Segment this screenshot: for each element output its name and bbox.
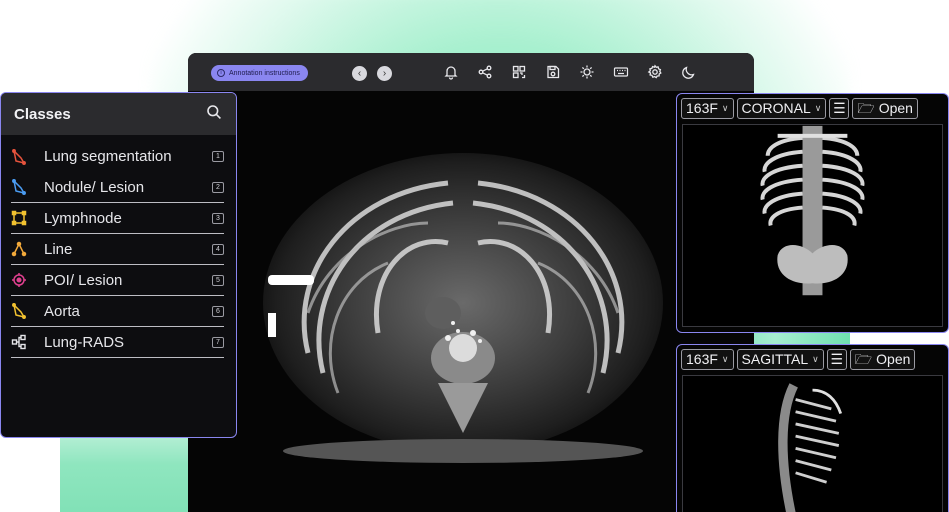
menu-button[interactable]: ☰: [829, 98, 850, 119]
line-icon: [11, 241, 27, 257]
class-label: Aorta: [44, 302, 80, 320]
class-label: POI/ Lesion: [44, 271, 123, 289]
coronal-image: [682, 124, 943, 327]
class-label: Lung segmentation: [44, 148, 172, 165]
shortcut-key: 6: [212, 305, 224, 317]
open-button[interactable]: 🗁 Open: [852, 98, 918, 119]
classification-icon: [11, 334, 27, 350]
folder-icon: 🗁: [854, 351, 873, 367]
sagittal-toolbar: 163F ∨ SAGITTAL ∨ ☰ 🗁 Open: [681, 349, 944, 371]
back-icon[interactable]: ‹: [352, 66, 367, 81]
class-item-lung-rads[interactable]: Lung-RADS 7: [11, 327, 224, 358]
open-label: Open: [878, 100, 913, 116]
class-label: Line: [44, 240, 73, 258]
class-label: Nodule/ Lesion: [44, 178, 145, 196]
menu-icon: ☰: [833, 100, 846, 116]
chevron-down-icon: ∨: [721, 103, 729, 113]
class-item-lung-segmentation[interactable]: Lung segmentation 1: [11, 141, 224, 172]
class-item-lymphnode[interactable]: Lymphnode 3: [11, 203, 224, 234]
coronal-ct-render: [760, 125, 865, 296]
shortcut-key: 4: [212, 243, 224, 255]
menu-icon: ☰: [830, 351, 844, 367]
coronal-viewport[interactable]: 163F ∨ CORONAL ∨ ☰ 🗁 Open: [676, 93, 949, 333]
keyboard-icon[interactable]: [613, 64, 629, 80]
series-value: 163F: [686, 100, 718, 116]
shortcut-key: 5: [212, 274, 224, 286]
class-label: Lymphnode: [44, 209, 122, 227]
view-value: SAGITTAL: [741, 351, 809, 367]
viewer-toolbar: i Annotation instructions ‹ ›: [188, 53, 754, 91]
gear-icon[interactable]: [647, 64, 663, 80]
point-icon: [11, 272, 27, 288]
forward-icon[interactable]: ›: [377, 66, 392, 81]
chevron-down-icon: ∨: [721, 354, 729, 364]
brightness-icon[interactable]: [579, 64, 595, 80]
bbox-icon: [11, 210, 27, 226]
coronal-toolbar: 163F ∨ CORONAL ∨ ☰ 🗁 Open: [681, 98, 944, 120]
shortcut-key: 2: [212, 181, 224, 193]
class-item-nodule-lesion[interactable]: Nodule/ Lesion 2: [11, 172, 224, 203]
view-value: CORONAL: [741, 100, 811, 116]
class-item-line[interactable]: Line 4: [11, 234, 224, 265]
open-button[interactable]: 🗁 Open: [849, 349, 916, 370]
classes-header: Classes: [1, 93, 236, 135]
view-select[interactable]: SAGITTAL ∨: [736, 349, 824, 370]
classes-title: Classes: [14, 105, 71, 123]
open-label: Open: [876, 351, 911, 367]
class-label: Lung-RADS: [44, 333, 125, 351]
polygon-icon: [11, 302, 27, 319]
qr-grid-icon[interactable]: [511, 64, 527, 80]
class-item-aorta[interactable]: Aorta 6: [11, 296, 224, 327]
polygon-icon: [11, 178, 27, 195]
shortcut-key: 3: [212, 212, 224, 224]
info-icon: i: [217, 69, 225, 77]
share-icon[interactable]: [477, 64, 493, 80]
moon-icon[interactable]: [681, 64, 697, 80]
menu-button[interactable]: ☰: [826, 349, 847, 370]
chevron-down-icon: ∨: [812, 354, 819, 364]
bell-icon[interactable]: [443, 64, 459, 80]
view-select[interactable]: CORONAL ∨: [736, 98, 827, 119]
sagittal-ct-render: [778, 383, 843, 512]
polygon-icon: [11, 148, 27, 165]
sagittal-viewport[interactable]: 163F ∨ SAGITTAL ∨ ☰ 🗁 Open: [676, 344, 949, 512]
series-select[interactable]: 163F ∨: [681, 349, 734, 370]
save-icon[interactable]: [545, 64, 561, 80]
axial-viewer[interactable]: i Annotation instructions ‹ ›: [188, 53, 754, 512]
class-item-poi-lesion[interactable]: POI/ Lesion 5: [11, 265, 224, 296]
search-icon[interactable]: [206, 104, 222, 125]
folder-icon: 🗁: [857, 100, 875, 116]
ct-axial-image: [263, 153, 663, 463]
annotation-instructions-button[interactable]: i Annotation instructions: [211, 65, 308, 81]
sagittal-image: [682, 375, 943, 512]
classes-panel: Classes Lung segmentation 1 Nodule/ Lesi…: [0, 92, 237, 438]
class-list: Lung segmentation 1 Nodule/ Lesion 2 Lym…: [1, 135, 236, 358]
series-value: 163F: [686, 351, 718, 367]
shortcut-key: 1: [212, 151, 224, 162]
series-select[interactable]: 163F ∨: [681, 98, 734, 119]
shortcut-key: 7: [212, 336, 224, 348]
chevron-down-icon: ∨: [814, 103, 822, 113]
annotation-instructions-label: Annotation instructions: [229, 69, 300, 77]
